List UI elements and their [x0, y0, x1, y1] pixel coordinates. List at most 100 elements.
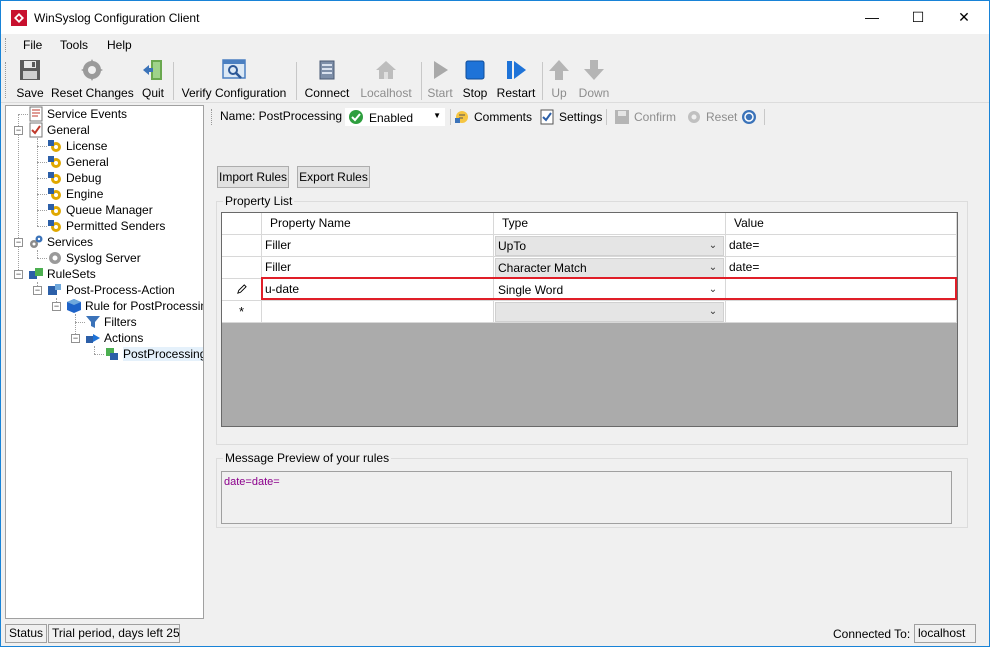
minimize-button[interactable]: — — [849, 1, 895, 34]
tree-line — [37, 226, 47, 227]
expander-services[interactable]: − — [14, 238, 23, 247]
rulesets-icon — [29, 268, 43, 279]
start-button[interactable]: Start — [425, 58, 455, 102]
quit-button[interactable]: Quit — [139, 58, 167, 102]
tree-item-debug[interactable]: Debug — [47, 170, 101, 186]
type-cell[interactable]: UpTo ⌄ — [494, 235, 726, 257]
tree-item-actions[interactable]: Actions — [85, 330, 143, 346]
tree-item-license[interactable]: License — [47, 138, 107, 154]
settings-button[interactable]: Settings — [539, 109, 602, 125]
confirm-button[interactable]: Confirm — [614, 109, 676, 125]
property-name-cell[interactable]: Filler — [262, 235, 494, 257]
gear-shield-icon — [48, 188, 61, 200]
tree-line — [37, 146, 47, 147]
comments-button[interactable]: Comments — [454, 109, 532, 125]
main-toolbar: Save Reset Changes Quit Verify Configura… — [1, 56, 989, 103]
import-rules-button[interactable]: Import Rules — [217, 166, 289, 188]
row-header-editing[interactable] — [222, 279, 262, 301]
connect-button[interactable]: Connect — [303, 58, 351, 102]
down-button[interactable]: Down — [577, 58, 611, 102]
up-button[interactable]: Up — [546, 58, 572, 102]
tree-item-general[interactable]: General — [28, 122, 90, 138]
toolbar-separator — [542, 62, 543, 100]
tree-item-general-sub[interactable]: General — [47, 154, 109, 170]
dropdown-arrow-icon: ▼ — [433, 111, 441, 120]
help-button[interactable] — [741, 109, 761, 125]
chevron-down-icon: ⌄ — [708, 262, 718, 273]
service-events-icon — [29, 106, 43, 122]
tree-item-filters[interactable]: Filters — [85, 314, 137, 330]
menu-file[interactable]: File — [23, 38, 42, 52]
column-header-property-name[interactable]: Property Name — [262, 213, 494, 235]
gear-icon — [49, 252, 61, 264]
chevron-down-icon: ⌄ — [708, 306, 718, 317]
reset-button[interactable]: Reset — [686, 109, 737, 125]
rule-cube-icon — [67, 299, 81, 313]
action-name-label: Name: PostProcessing — [220, 109, 343, 123]
expander-actions[interactable]: − — [71, 334, 80, 343]
maximize-button[interactable]: ☐ — [895, 1, 941, 34]
tree-item-service-events[interactable]: Service Events — [28, 106, 127, 122]
pencil-icon — [237, 284, 247, 294]
verify-configuration-button[interactable]: Verify Configuration — [179, 58, 289, 102]
value-cell[interactable] — [726, 301, 957, 323]
row-header[interactable] — [222, 257, 262, 279]
status-label: Status — [5, 624, 48, 643]
value-cell[interactable]: date= — [726, 257, 957, 279]
close-button[interactable]: ✕ — [941, 1, 987, 34]
property-name-cell[interactable] — [262, 301, 494, 323]
toolbar-separator — [296, 62, 297, 100]
expander-rule[interactable]: − — [52, 302, 61, 311]
type-cell[interactable]: Character Match ⌄ — [494, 257, 726, 279]
tree-item-permitted-senders[interactable]: Permitted Senders — [47, 218, 165, 234]
value-cell[interactable]: date= — [726, 235, 957, 257]
ruleset-icon — [48, 284, 61, 295]
stop-button[interactable]: Stop — [460, 58, 490, 102]
action-toolbar-separator — [764, 109, 765, 125]
column-header-value[interactable]: Value — [726, 213, 957, 235]
floppy-disk-icon — [20, 60, 40, 80]
tree-line — [37, 210, 47, 211]
tree-item-rule-for-postprocessing[interactable]: Rule for PostProcessing — [66, 298, 203, 314]
tree-item-queue-manager[interactable]: Queue Manager — [47, 202, 153, 218]
save-button[interactable]: Save — [15, 58, 45, 102]
gears-icon — [30, 235, 43, 248]
exit-door-icon — [143, 60, 162, 80]
action-toolbar-grip — [211, 109, 214, 125]
tree-item-rulesets[interactable]: RuleSets — [28, 266, 96, 282]
table-row[interactable]: Filler UpTo ⌄ date= — [222, 235, 957, 257]
expander-general[interactable]: − — [14, 126, 23, 135]
type-combobox[interactable]: ⌄ — [495, 302, 724, 322]
reset-changes-button[interactable]: Reset Changes — [51, 58, 134, 102]
tree-item-engine[interactable]: Engine — [47, 186, 103, 202]
column-header-type[interactable]: Type — [494, 213, 726, 235]
help-icon — [742, 110, 756, 124]
property-name-cell[interactable]: Filler — [262, 257, 494, 279]
tree-item-services[interactable]: Services — [28, 234, 93, 250]
type-combobox[interactable]: UpTo ⌄ — [495, 236, 724, 256]
expander-rulesets[interactable]: − — [14, 270, 23, 279]
type-combobox[interactable]: Character Match ⌄ — [495, 258, 724, 278]
restart-button[interactable]: Restart — [495, 58, 537, 102]
tree-line — [37, 178, 47, 179]
menu-grip — [5, 38, 8, 52]
tree-item-syslog-server[interactable]: Syslog Server — [47, 250, 141, 266]
status-bar: Status Trial period, days left 25 Connec… — [1, 621, 989, 646]
export-rules-button[interactable]: Export Rules — [297, 166, 370, 188]
enabled-dropdown[interactable]: Enabled ▼ — [344, 107, 446, 127]
chevron-down-icon: ⌄ — [708, 240, 718, 251]
tree-line — [37, 162, 47, 163]
menu-help[interactable]: Help — [107, 38, 132, 52]
table-row[interactable]: Filler Character Match ⌄ date= — [222, 257, 957, 279]
tree-line — [37, 258, 47, 259]
localhost-button[interactable]: Localhost — [357, 58, 415, 102]
window-title: WinSyslog Configuration Client — [34, 11, 200, 25]
tree-item-post-process-action[interactable]: Post-Process-Action — [47, 282, 175, 298]
table-new-row[interactable]: * ⌄ — [222, 301, 957, 323]
type-cell[interactable]: ⌄ — [494, 301, 726, 323]
tree-item-postprocessing[interactable]: PostProcessing — [104, 346, 203, 362]
connected-to-label: Connected To: — [833, 627, 911, 641]
expander-post-process-action[interactable]: − — [33, 286, 42, 295]
row-header[interactable] — [222, 235, 262, 257]
menu-tools[interactable]: Tools — [60, 38, 88, 52]
